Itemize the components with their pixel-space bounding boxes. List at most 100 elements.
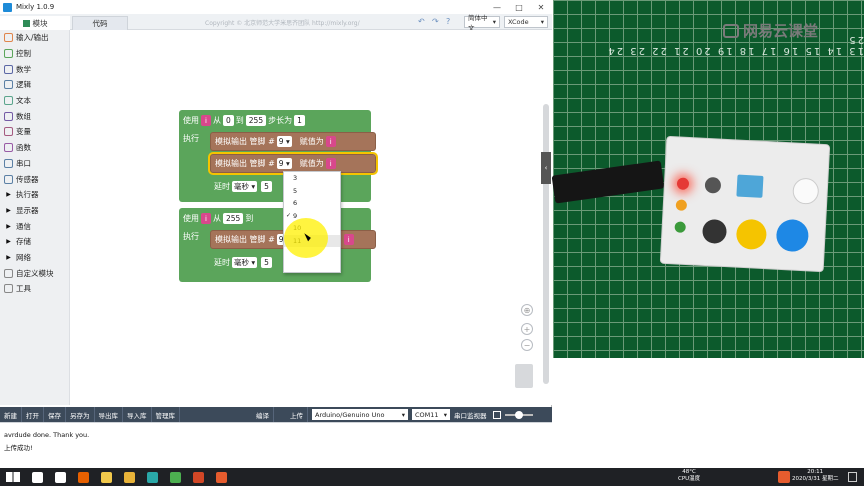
- undo-icon[interactable]: ↶: [418, 17, 425, 26]
- expand-arrow-icon: ▶: [6, 191, 11, 199]
- sidebar-group-actuator[interactable]: ▶ 执行器: [0, 187, 69, 203]
- expand-arrow-icon: ▶: [6, 206, 11, 214]
- dropdown-option[interactable]: 3: [284, 172, 340, 185]
- delay-value[interactable]: 5: [261, 180, 272, 192]
- dropdown-option[interactable]: 5: [284, 185, 340, 198]
- redo-icon[interactable]: ↷: [432, 17, 439, 26]
- sidebar-item-tools[interactable]: 工具: [0, 281, 69, 297]
- start-value[interactable]: 0: [223, 115, 234, 126]
- io-icon: [4, 33, 13, 43]
- save-button[interactable]: 保存: [44, 407, 66, 422]
- chevron-down-icon: ▾: [401, 410, 405, 419]
- record-icon[interactable]: [216, 471, 227, 483]
- workspace-scrollbar[interactable]: [543, 104, 549, 384]
- recenter-icon[interactable]: ⊕: [521, 304, 533, 316]
- open-button[interactable]: 打开: [22, 407, 44, 422]
- language-select[interactable]: 简体中文 ▾: [464, 14, 500, 32]
- collapse-panel-icon[interactable]: ‹: [541, 152, 551, 184]
- text-icon: [4, 96, 13, 106]
- new-button[interactable]: 新建: [0, 407, 22, 422]
- clock-time: 20:11: [807, 469, 824, 475]
- import-lib-button[interactable]: 导入库: [123, 407, 152, 422]
- sidebar-item-io[interactable]: 输入/输出: [0, 30, 69, 46]
- save-as-button[interactable]: 另存为: [66, 407, 95, 422]
- export-lib-button[interactable]: 导出库: [95, 407, 123, 422]
- unit-select[interactable]: 毫秒 ▾: [232, 256, 258, 268]
- serial-monitor-button[interactable]: 串口监视器: [450, 407, 491, 422]
- theme-select[interactable]: XCode ▾: [504, 16, 548, 28]
- sidebar-item-logic[interactable]: 逻辑: [0, 77, 69, 93]
- sidebar-item-custom[interactable]: 自定义模块: [0, 265, 69, 281]
- mixly-icon[interactable]: [147, 471, 158, 483]
- expand-arrow-icon: ▶: [6, 222, 11, 230]
- dht-sensor: [736, 174, 764, 198]
- sidebar-group-display[interactable]: ▶ 显示器: [0, 203, 69, 219]
- sidebar-item-variable[interactable]: 变量: [0, 124, 69, 140]
- mixly-window: Mixly 1.0.9 — □ ✕ 模块 代码 Copyright © 北京师范…: [0, 0, 552, 468]
- value-var[interactable]: i: [325, 136, 336, 147]
- slider-knob[interactable]: [514, 410, 523, 419]
- sidebar-item-sensor[interactable]: 传感器: [0, 171, 69, 187]
- sogou-ime-icon[interactable]: [778, 471, 790, 483]
- yellow-led: [675, 199, 688, 211]
- tab-modules[interactable]: 模块: [0, 16, 70, 30]
- help-icon[interactable]: ?: [446, 17, 450, 26]
- pin-select[interactable]: 9 ▾: [276, 158, 292, 169]
- sidebar-group-comm[interactable]: ▶ 通信: [0, 218, 69, 234]
- minimize-button[interactable]: —: [486, 3, 508, 12]
- sidebar-item-function[interactable]: 函数: [0, 140, 69, 156]
- dropdown-option[interactable]: 6: [284, 197, 340, 210]
- maximize-button[interactable]: □: [508, 3, 530, 12]
- array-icon: [4, 111, 13, 121]
- zoom-in-icon[interactable]: +: [521, 323, 533, 335]
- delay-value[interactable]: 5: [261, 256, 272, 268]
- white-button: [792, 177, 820, 205]
- firefox-icon[interactable]: [78, 471, 89, 483]
- explorer-icon[interactable]: [101, 471, 112, 483]
- serial-icon: [4, 158, 13, 168]
- compile-button[interactable]: 编译: [252, 407, 274, 422]
- sidebar-item-serial[interactable]: 串口: [0, 156, 69, 172]
- ppt-icon[interactable]: [193, 471, 204, 483]
- end-value[interactable]: 255: [245, 115, 267, 126]
- manage-lib-button[interactable]: 管理库: [152, 407, 180, 422]
- delay-block-2[interactable]: 延时 毫秒 ▾ 5: [210, 253, 294, 271]
- sidebar-group-storage[interactable]: ▶ 存储: [0, 234, 69, 250]
- search-icon[interactable]: [32, 471, 43, 483]
- upload-button[interactable]: 上传: [286, 407, 308, 422]
- port-select[interactable]: COM11 ▾: [412, 409, 450, 420]
- clock[interactable]: 20:11 2020/3/31 星期二: [792, 469, 838, 483]
- start-value[interactable]: 255: [223, 213, 244, 224]
- analog-write-block-1[interactable]: 模拟输出 管脚 # 9 ▾ 赋值为 i: [210, 132, 376, 151]
- watermark: 网易云课堂: [723, 20, 818, 41]
- font-size-slider[interactable]: [504, 410, 533, 419]
- camtasia-icon[interactable]: [170, 471, 181, 483]
- tab-code[interactable]: 代码: [72, 16, 128, 30]
- tools-icon: [4, 284, 13, 294]
- arduino-board: [659, 135, 831, 273]
- value-var[interactable]: i: [325, 158, 336, 169]
- zoom-out-icon[interactable]: −: [521, 339, 533, 351]
- to-label: 到: [245, 214, 254, 223]
- task-view-icon[interactable]: [55, 471, 66, 483]
- category-label: 输入/输出: [16, 33, 49, 43]
- pin-select[interactable]: 9 ▾: [276, 136, 292, 147]
- fullscreen-icon[interactable]: [492, 410, 501, 419]
- loop-var[interactable]: i: [201, 213, 211, 224]
- board-select[interactable]: Arduino/Genuino Uno ▾: [312, 409, 408, 420]
- value-var[interactable]: i: [343, 234, 354, 245]
- trash-icon[interactable]: [515, 364, 533, 388]
- sidebar-group-network[interactable]: ▶ 网络: [0, 250, 69, 266]
- unit-select[interactable]: 毫秒 ▾: [232, 180, 258, 192]
- close-button[interactable]: ✕: [530, 3, 552, 12]
- sidebar-item-array[interactable]: 数组: [0, 108, 69, 124]
- delay-block-1[interactable]: 延时 毫秒 ▾ 5: [210, 177, 290, 195]
- notification-icon[interactable]: [848, 472, 857, 482]
- sidebar-item-text[interactable]: 文本: [0, 93, 69, 109]
- sidebar-item-control[interactable]: 控制: [0, 46, 69, 62]
- files-icon[interactable]: [124, 471, 135, 483]
- step-value[interactable]: 1: [294, 115, 305, 126]
- loop-var[interactable]: i: [201, 115, 211, 126]
- windows-start-icon[interactable]: [6, 472, 20, 482]
- sidebar-item-math[interactable]: 数学: [0, 61, 69, 77]
